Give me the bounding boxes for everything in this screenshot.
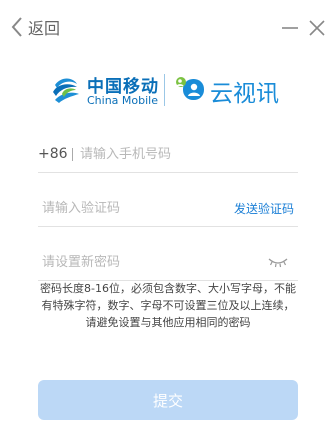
password-input[interactable] [42, 252, 252, 272]
password-hint: 密码长度8-16位，必须包含数字、大小写字母，不能有特殊字符，数字、字母不可设置… [40, 282, 296, 329]
send-code-button[interactable]: 发送验证码 [234, 200, 294, 217]
eye-closed-icon[interactable] [268, 256, 288, 268]
chevron-left-icon [11, 17, 22, 37]
country-code-divider [72, 148, 73, 161]
minimize-icon[interactable] [279, 18, 301, 38]
brand-divider [164, 74, 165, 106]
product-name: 云视讯 [210, 81, 279, 107]
submit-button[interactable]: 提交 [38, 380, 298, 420]
country-code[interactable]: +86 [38, 144, 68, 164]
yunshixun-logo [176, 77, 204, 100]
phone-field: +86 [38, 136, 298, 173]
code-field: 发送验证码 [38, 190, 298, 227]
phone-input[interactable] [80, 144, 290, 164]
code-input[interactable] [42, 198, 212, 218]
brand-header: 中国移动 China Mobile 云视讯 [48, 70, 298, 114]
back-label: 返回 [28, 19, 61, 38]
password-field [38, 244, 298, 281]
china-mobile-logo [53, 78, 79, 103]
partner-name-en: China Mobile [87, 94, 159, 107]
close-icon[interactable] [306, 17, 328, 39]
back-button[interactable]: 返回 [10, 14, 60, 40]
title-bar: 返回 [0, 0, 336, 52]
